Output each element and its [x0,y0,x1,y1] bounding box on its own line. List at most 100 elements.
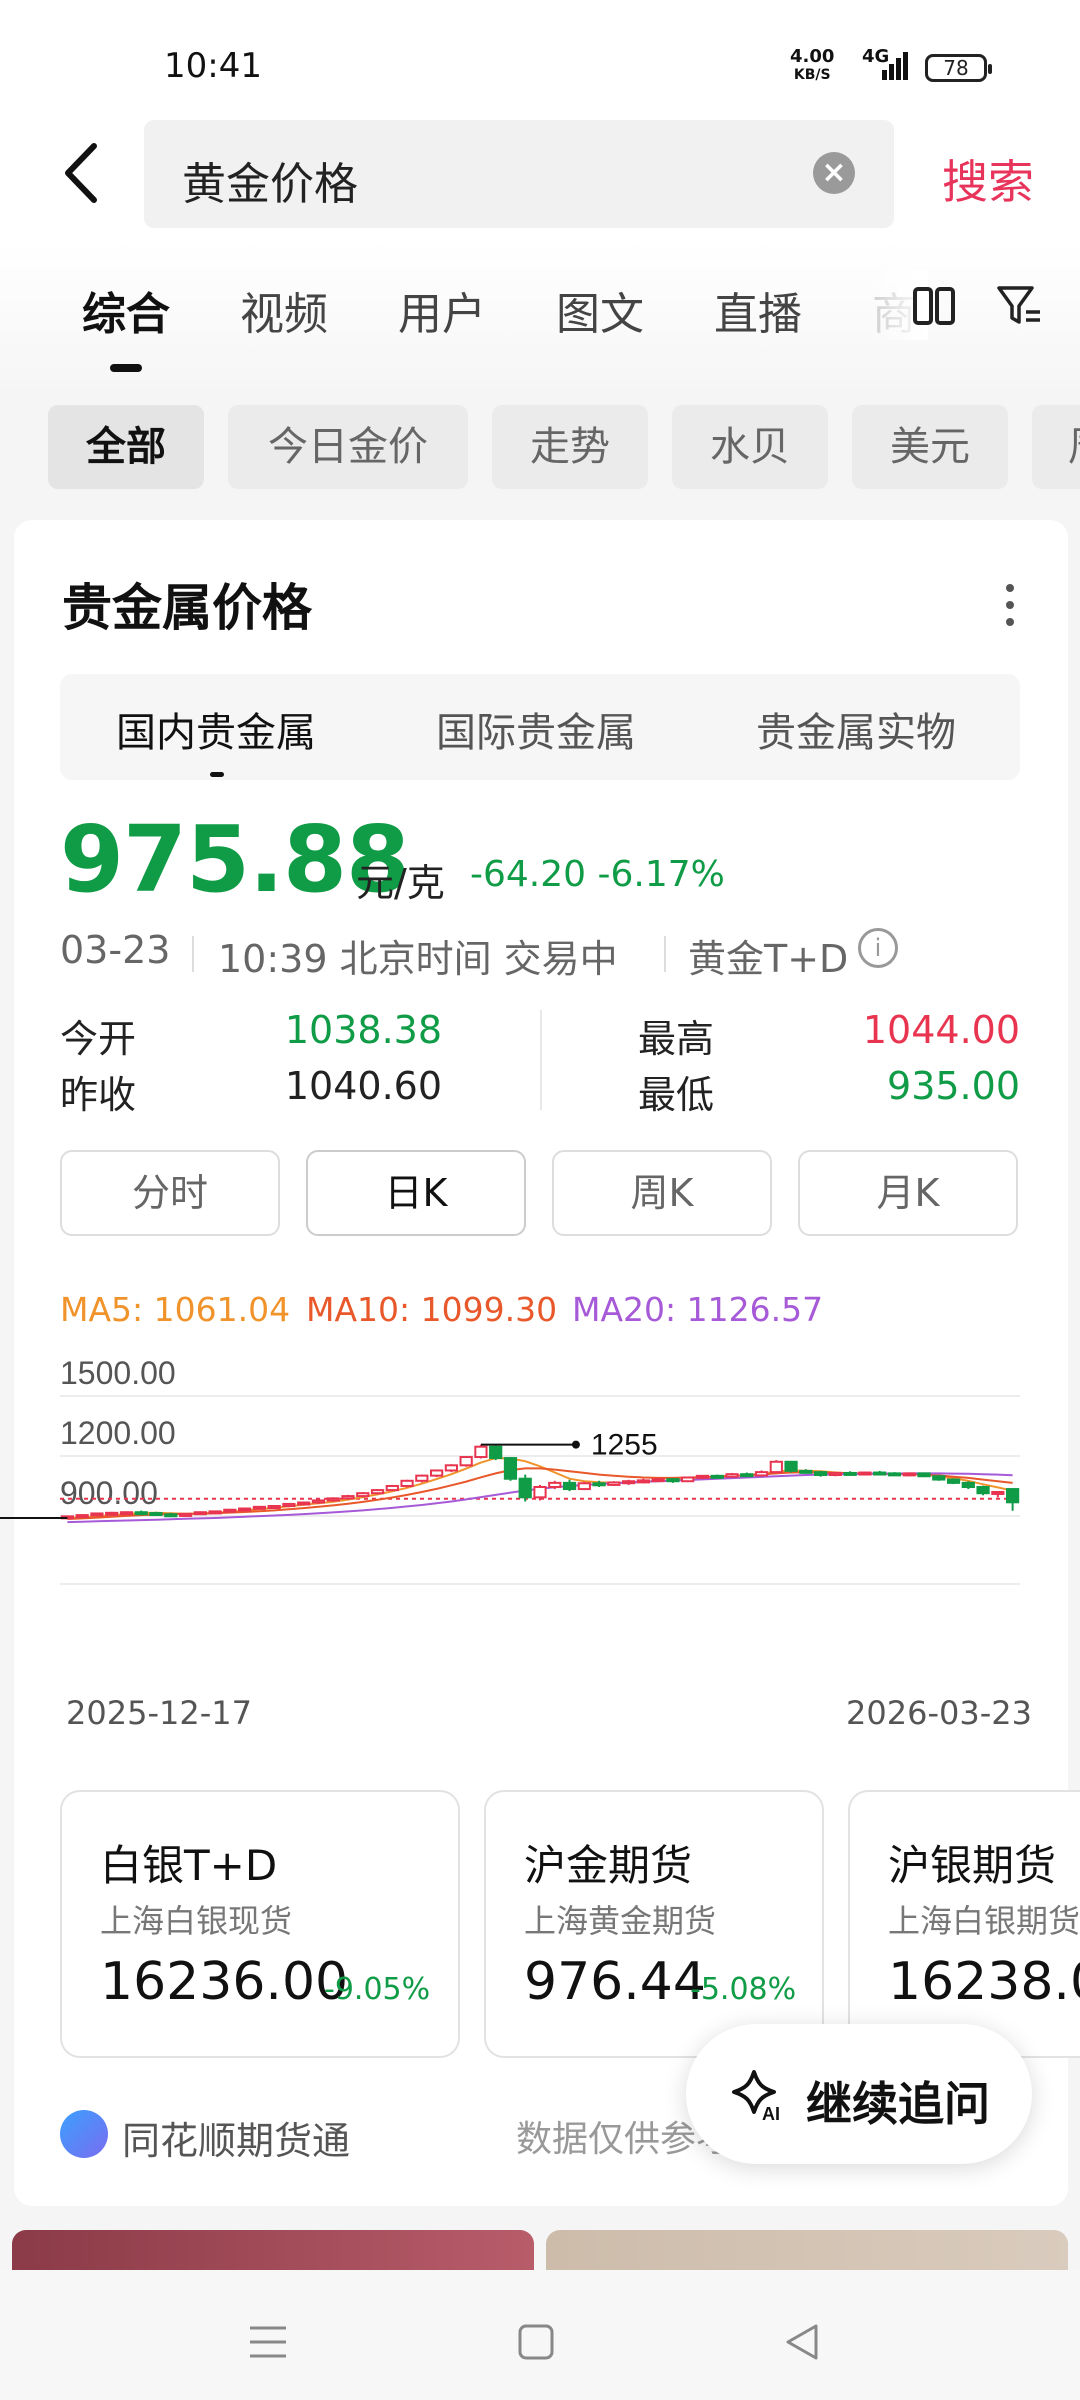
segment-indicator [210,772,224,777]
ai-followup-label[interactable]: 继续追问 [806,2068,990,2134]
tab-live[interactable]: 直播 [714,278,802,342]
tab-all[interactable]: 综合 [82,278,170,342]
home-icon[interactable] [518,2324,554,2360]
chip-shuibei[interactable]: 水贝 [672,405,828,489]
instrument-name: 沪金期货 [524,1841,693,1890]
candle-body [503,1457,518,1480]
max-pointer-dot [571,1440,580,1449]
data-source[interactable]: 同花顺期货通 [122,2110,350,2165]
instrument-name: 沪银期货 [888,1841,1057,1890]
candle-body [828,1471,842,1477]
instrument-card-silver-futures[interactable]: 沪银期货 上海白银期货 16238.0 [848,1790,1080,2058]
candle-body [946,1478,961,1484]
chip-trend[interactable]: 走势 [492,405,648,489]
instrument-card-silver-td[interactable]: 白银T+D 上海白银现货 16236.00 -9.05% [60,1790,460,2058]
candle-body [562,1481,577,1491]
candle-body [326,1497,340,1502]
candle-body [917,1472,931,1478]
candle-body [725,1473,739,1478]
search-button[interactable]: 搜索 [942,146,1034,212]
kline-chart[interactable]: 1500.001200.00900.001255935 [0,1340,1080,1720]
network-speed-unit: KB/S [793,67,831,83]
chip-usd[interactable]: 美元 [852,405,1008,489]
candle-body [193,1511,207,1516]
instrument-name: 白银T+D [100,1841,278,1890]
candle-body [400,1479,414,1487]
signal-icon [882,52,908,80]
candle-body [415,1474,429,1482]
candle-body [858,1471,872,1476]
layout-toggle-icon[interactable] [912,286,956,326]
y-tick-label: 900.00 [60,1475,158,1511]
candle-body [651,1478,665,1483]
candle-body [843,1471,857,1476]
back-icon[interactable] [784,2322,820,2362]
period-intraday-button[interactable]: 分时 [60,1150,280,1236]
candle-body [784,1460,798,1472]
tab-video[interactable]: 视频 [240,278,328,342]
candle-body [902,1472,916,1477]
candle-body [444,1464,458,1472]
ma10-label: MA10: 1099.30 [306,1290,558,1329]
instrument-sub: 上海白银现货 [100,1902,293,1940]
candle-body [636,1479,650,1484]
candle-body [607,1481,621,1486]
chip-more[interactable]: 周 [1032,405,1080,489]
candle-body [814,1471,828,1477]
y-tick-label: 1500.00 [60,1355,176,1391]
open-label: 今开 [60,1017,137,1061]
more-icon[interactable] [1000,580,1020,630]
instrument-price: 16236.00 [100,1952,349,2012]
candle-body [489,1445,503,1460]
candle-body [932,1475,946,1481]
period-weekly-button[interactable]: 周K [552,1150,772,1236]
back-arrow-icon[interactable] [58,138,108,208]
search-query[interactable]: 黄金价格 [182,148,358,212]
candle-body [223,1508,237,1513]
low-label: 最低 [638,1073,715,1117]
period-monthly-button[interactable]: 月K [798,1150,1018,1236]
candle-body [311,1499,326,1504]
candle-body [887,1472,902,1477]
candle-body [518,1477,532,1499]
status-bar [0,0,1080,110]
candle-body [297,1501,311,1506]
status-time: 10:41 [164,46,262,86]
candle-body [474,1445,488,1459]
candle-body [548,1481,562,1489]
chart-start-date: 2025-12-17 [66,1694,252,1732]
high-value: 1044.00 [862,1008,1020,1052]
card-title: 贵金属价格 [62,579,312,637]
info-icon[interactable]: i [858,928,898,968]
battery-icon: 78 [925,54,992,82]
tab-users[interactable]: 用户 [398,278,486,342]
quote-date: 03-23 [60,928,171,972]
candle-body [754,1471,769,1477]
segment-domestic[interactable]: 国内贵金属 [116,700,316,758]
stats-divider [540,1010,542,1110]
ai-sparkle-icon: AI [732,2070,780,2124]
filter-icon[interactable] [996,284,1042,328]
clear-icon[interactable]: × [813,152,855,194]
candle-body [75,1514,89,1519]
chip-all[interactable]: 全部 [48,405,204,489]
candle-body [105,1511,119,1516]
price-change: -64.20 -6.17% [470,854,725,895]
candle-body [430,1469,444,1477]
tab-indicator [110,364,142,372]
candle-body [1006,1488,1020,1504]
candle-body [252,1505,266,1510]
prev-close-label: 昨收 [60,1073,137,1117]
period-daily-button[interactable]: 日K [306,1150,526,1236]
segment-international[interactable]: 国际贵金属 [436,700,636,758]
chip-today-price[interactable]: 今日金价 [228,405,468,489]
prev-close-value: 1040.60 [284,1064,442,1108]
candle-body [178,1512,193,1517]
menu-icon[interactable] [248,2324,288,2360]
tab-graphic[interactable]: 图文 [556,278,644,342]
candle-body [119,1511,134,1516]
low-value: 935.00 [887,1064,1020,1108]
candle-body [267,1505,281,1510]
segment-physical[interactable]: 贵金属实物 [756,700,956,758]
instrument-card-gold-futures[interactable]: 沪金期货 上海黄金期货 976.44 -5.08% [484,1790,824,2058]
